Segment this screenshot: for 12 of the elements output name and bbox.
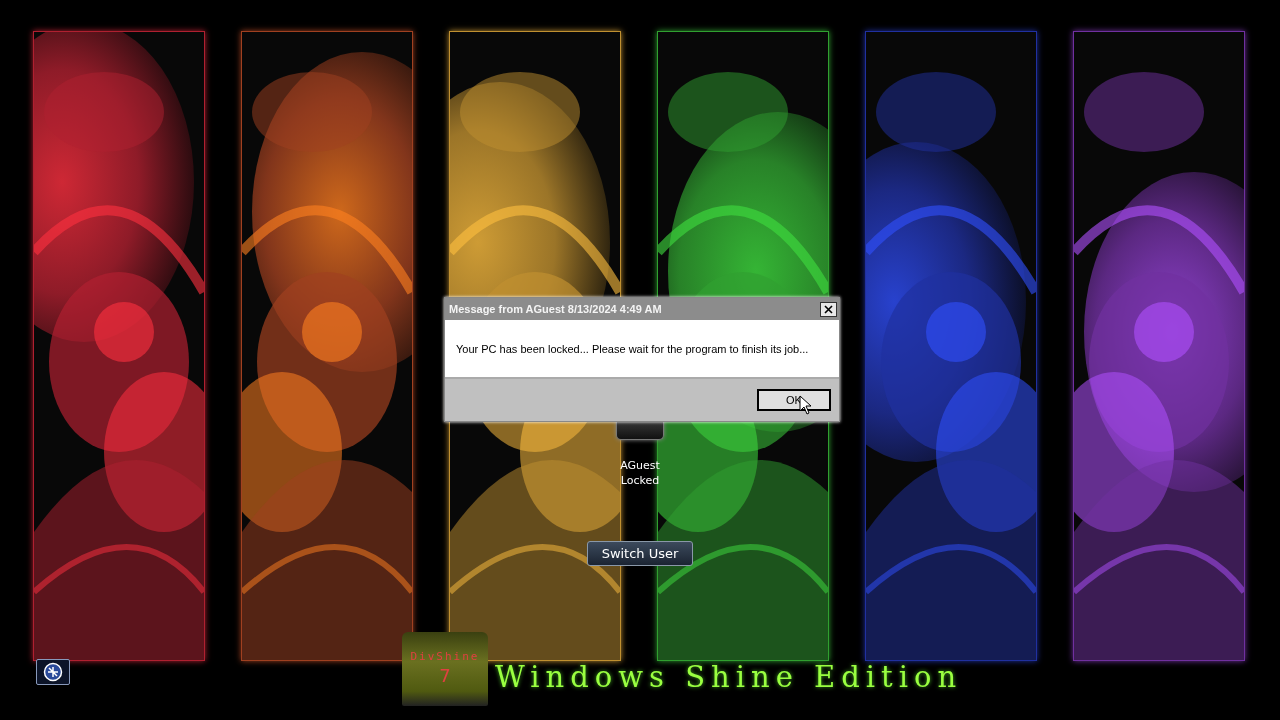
ease-of-access-button[interactable] — [36, 659, 70, 685]
edition-title: Windows Shine Edition — [495, 660, 963, 694]
dialog-title: Message from AGuest 8/13/2024 4:49 AM — [449, 303, 662, 315]
ok-button[interactable]: OK — [757, 389, 831, 411]
logo-version: 7 — [439, 665, 451, 686]
close-icon — [824, 304, 833, 314]
cursor-icon — [799, 395, 813, 415]
close-button[interactable] — [820, 301, 837, 317]
dialog-message: Your PC has been locked... Please wait for the program to finish its job... — [456, 342, 809, 355]
ease-of-access-icon — [43, 662, 63, 682]
logo-name: DivShine — [410, 650, 480, 663]
switch-user-button[interactable]: Switch User — [587, 541, 693, 566]
